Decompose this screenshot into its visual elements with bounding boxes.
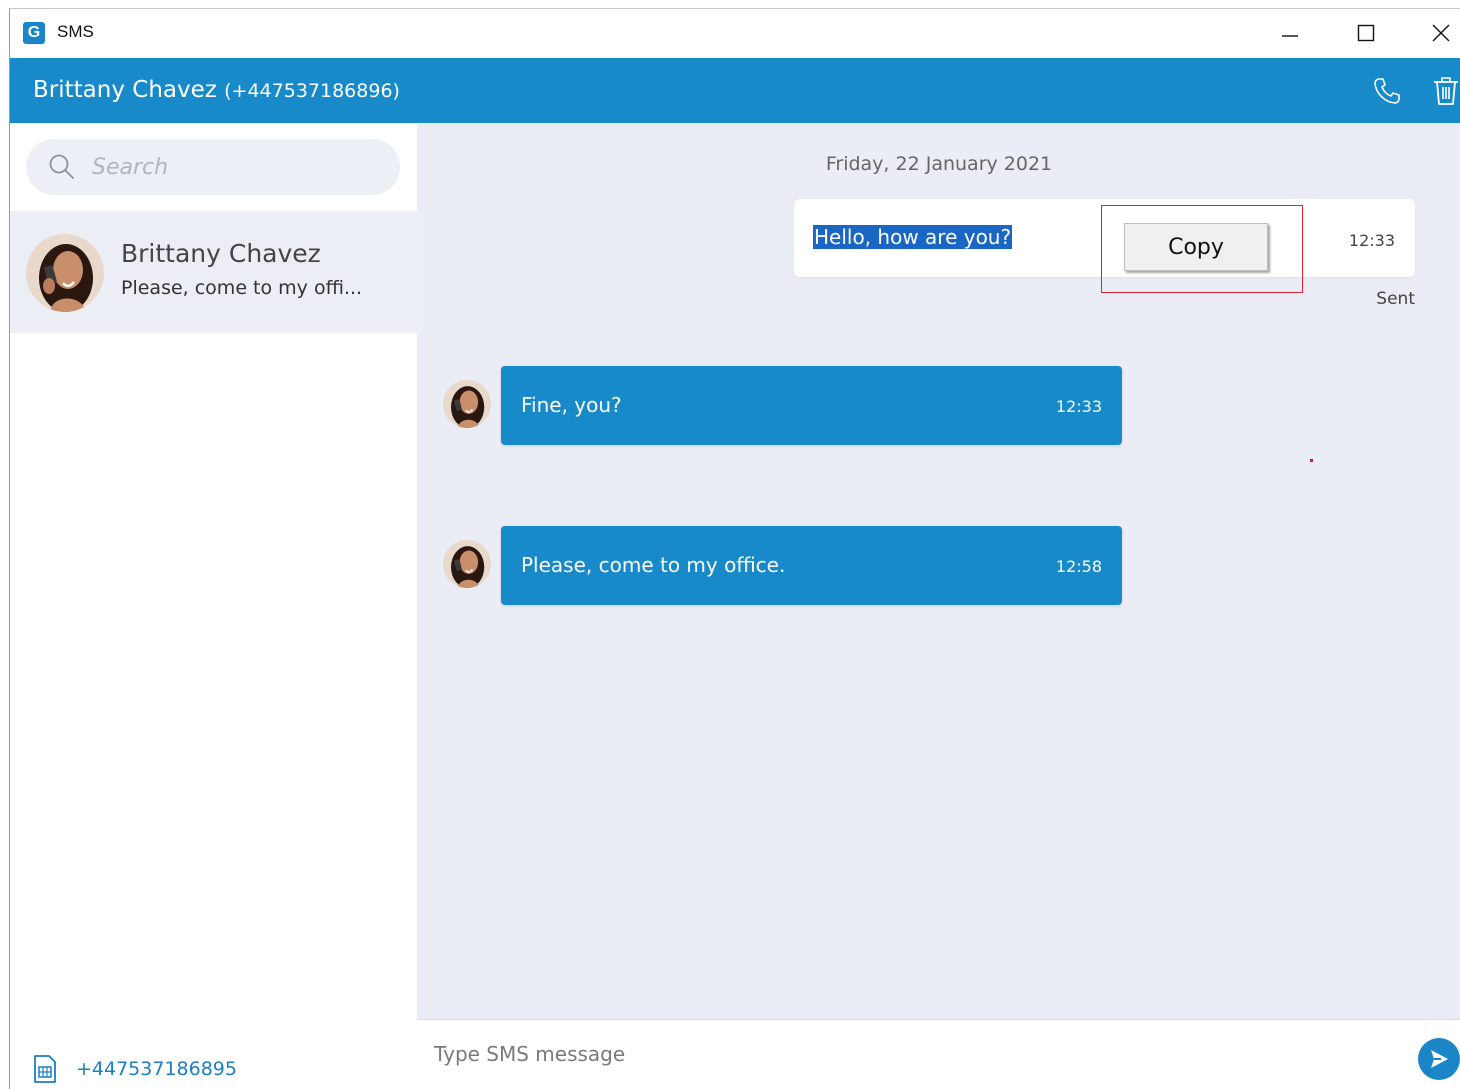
window-title: SMS xyxy=(57,22,94,41)
close-icon xyxy=(1432,24,1450,42)
contact-number: (+447537186896) xyxy=(224,80,400,102)
conversation-preview: Please, come to my offi... xyxy=(121,277,363,299)
message-composer xyxy=(417,1019,1460,1089)
message-text[interactable]: Hello, how are you? xyxy=(813,225,1013,249)
message-thread: Friday, 22 January 2021 Hello, how are y… xyxy=(417,123,1460,1019)
delete-conversation-button[interactable] xyxy=(1429,74,1460,108)
conversation-item[interactable]: Brittany Chavez Please, come to my offi.… xyxy=(10,211,417,333)
minimize-icon xyxy=(1282,35,1298,37)
contact-name: Brittany Chavez xyxy=(33,77,217,103)
message-time: 12:33 xyxy=(1348,231,1395,250)
maximize-button[interactable] xyxy=(1343,17,1389,49)
search-input[interactable] xyxy=(92,149,382,185)
message-status: Sent xyxy=(1376,289,1415,309)
sim-card-icon xyxy=(34,1055,56,1083)
incoming-message[interactable]: Please, come to my office. 12:58 xyxy=(501,526,1122,605)
minimize-button[interactable] xyxy=(1267,17,1313,49)
conversation-name: Brittany Chavez xyxy=(121,239,321,268)
sim-selector[interactable]: +447537186895 xyxy=(32,1053,237,1085)
maximize-icon xyxy=(1357,24,1375,42)
contact-title: Brittany Chavez (+447537186896) xyxy=(33,77,400,103)
message-input[interactable] xyxy=(434,1036,1394,1072)
red-dot xyxy=(1310,459,1313,462)
app-logo: G xyxy=(23,22,45,44)
conversation-header: Brittany Chavez (+447537186896) xyxy=(10,58,1460,123)
copy-menu-item[interactable]: Copy xyxy=(1124,223,1268,271)
conversation-sidebar: Brittany Chavez Please, come to my offi.… xyxy=(10,123,417,1089)
close-button[interactable] xyxy=(1418,17,1460,49)
sim-number: +447537186895 xyxy=(76,1058,237,1080)
message-text: Fine, you? xyxy=(521,393,622,417)
date-separator: Friday, 22 January 2021 xyxy=(825,153,1053,175)
search-icon xyxy=(49,154,74,179)
search-box[interactable] xyxy=(26,139,400,195)
send-icon xyxy=(1431,1050,1448,1068)
call-button[interactable] xyxy=(1370,74,1404,108)
message-time: 12:33 xyxy=(1055,397,1102,416)
message-text: Please, come to my office. xyxy=(521,553,786,577)
trash-icon xyxy=(1434,77,1458,105)
avatar xyxy=(443,540,491,588)
send-button[interactable] xyxy=(1418,1038,1460,1080)
avatar xyxy=(26,234,104,312)
message-time: 12:58 xyxy=(1055,557,1102,576)
sms-window: G SMS Brittany Chavez (+447537186896) Se… xyxy=(9,8,1460,1089)
phone-icon xyxy=(1374,78,1400,104)
title-bar: G SMS xyxy=(10,9,1460,57)
avatar xyxy=(443,380,491,428)
incoming-message[interactable]: Fine, you? 12:33 xyxy=(501,366,1122,445)
